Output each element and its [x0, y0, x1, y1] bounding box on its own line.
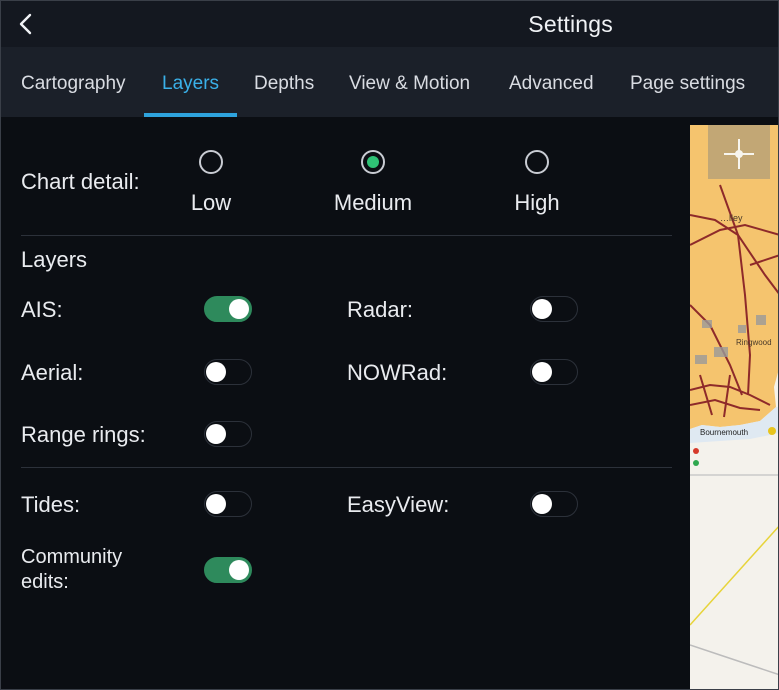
toggle-knob	[206, 424, 226, 444]
aerial-toggle[interactable]	[204, 359, 252, 385]
toggle-knob	[206, 494, 226, 514]
radio-high[interactable]	[525, 150, 549, 174]
toggle-knob	[532, 299, 552, 319]
ais-label: AIS:	[21, 297, 63, 322]
range-rings-toggle[interactable]	[204, 421, 252, 447]
community-label-line2: edits:	[21, 571, 69, 593]
toggle-knob	[229, 560, 249, 580]
divider	[21, 235, 672, 236]
chevron-left-icon	[19, 13, 32, 35]
radar-toggle[interactable]	[530, 296, 578, 322]
chart-preview[interactable]: …lley Ringwood Bournemouth	[690, 125, 778, 689]
radio-high-label: High	[514, 190, 560, 215]
tab-bar: Cartography Layers Depths View & Motion …	[1, 47, 778, 117]
chart-detail-label: Chart detail:	[21, 169, 140, 194]
divider	[21, 467, 672, 468]
header-bar: Settings	[1, 1, 778, 47]
back-button[interactable]	[9, 7, 43, 41]
layers-panel: Chart detail: Low Medium High Layers AIS…	[1, 117, 690, 689]
radio-medium[interactable]	[361, 150, 385, 174]
chart-preview-map: …lley Ringwood Bournemouth	[690, 125, 778, 689]
community-edits-toggle[interactable]	[204, 557, 252, 583]
settings-window: Settings Cartography Layers Depths View …	[0, 0, 779, 690]
tab-advanced[interactable]: Advanced	[509, 73, 594, 95]
range-rings-label: Range rings:	[21, 422, 146, 447]
tab-view-motion[interactable]: View & Motion	[349, 73, 470, 95]
ais-toggle[interactable]	[204, 296, 252, 322]
radio-low[interactable]	[199, 150, 223, 174]
easyview-toggle[interactable]	[530, 491, 578, 517]
map-label-1: …lley	[720, 213, 743, 223]
map-label-2: Ringwood	[736, 338, 772, 347]
radio-selected-dot	[367, 156, 379, 168]
radio-low-label: Low	[190, 190, 232, 215]
tides-toggle[interactable]	[204, 491, 252, 517]
tides-label: Tides:	[21, 492, 81, 517]
aerial-label: Aerial:	[21, 360, 84, 385]
tab-page-settings[interactable]: Page settings	[630, 73, 745, 95]
tab-depths[interactable]: Depths	[254, 73, 314, 95]
tab-layers[interactable]: Layers	[162, 73, 219, 95]
toggle-knob	[532, 362, 552, 382]
tab-cartography[interactable]: Cartography	[21, 73, 126, 95]
radar-label: Radar:	[347, 297, 414, 322]
toggle-knob	[206, 362, 226, 382]
easyview-label: EasyView:	[347, 492, 450, 517]
nowrad-label: NOWRad:	[347, 360, 448, 385]
layers-heading: Layers	[21, 247, 88, 272]
community-label-line1: Community	[21, 546, 123, 568]
nowrad-toggle[interactable]	[530, 359, 578, 385]
radio-medium-label: Medium	[333, 190, 413, 215]
map-label-3: Bournemouth	[700, 428, 748, 437]
toggle-knob	[229, 299, 249, 319]
community-edits-label: Community edits:	[21, 545, 122, 595]
page-title: Settings	[528, 11, 613, 37]
toggle-knob	[532, 494, 552, 514]
